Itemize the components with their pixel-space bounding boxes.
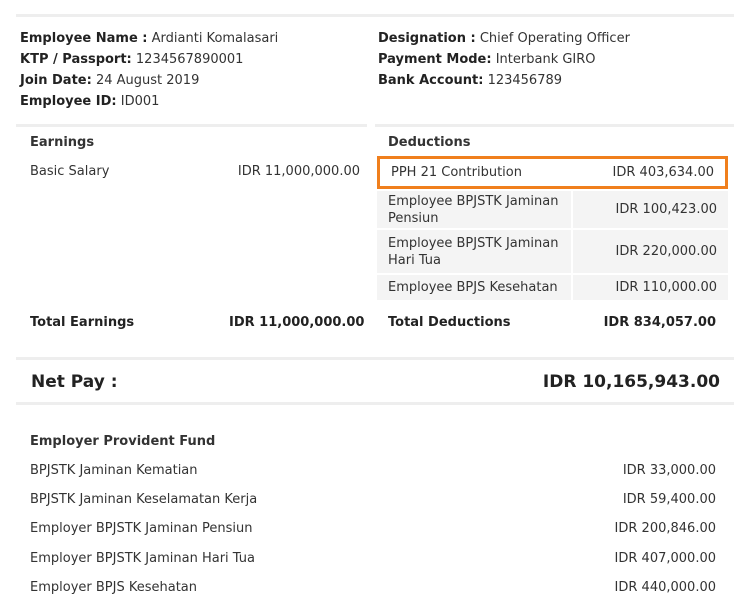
provident-fund-label: Employer BPJSTK Jaminan Hari Tua	[30, 551, 255, 566]
netpay-top-divider	[16, 357, 734, 360]
provident-fund-amount: IDR 200,846.00	[614, 521, 716, 536]
netpay-value: IDR 10,165,943.00	[542, 372, 720, 392]
designation-label: Designation :	[378, 31, 476, 46]
deduction-label: PPH 21 Contribution	[391, 165, 522, 180]
payment-mode-row: Payment Mode: Interbank GIRO	[378, 49, 630, 70]
ktp-value: 1234567890001	[135, 52, 244, 67]
join-date-label: Join Date:	[20, 73, 92, 88]
provident-fund-label: BPJSTK Jaminan Keselamatan Kerja	[30, 492, 258, 507]
deduction-row-highlighted: PPH 21 Contribution IDR 403,634.00	[377, 156, 728, 189]
deduction-label: Employee BPJS Kesehatan	[388, 280, 558, 295]
employee-info-right: Designation : Chief Operating Officer Pa…	[378, 28, 630, 91]
provident-fund-row: Employer BPJSTK Jaminan Pensiun IDR 200,…	[30, 521, 716, 536]
top-divider	[16, 14, 734, 17]
earnings-divider	[16, 124, 367, 127]
payment-mode-value: Interbank GIRO	[495, 52, 596, 67]
provident-fund-row: Employer BPJSTK Jaminan Hari Tua IDR 407…	[30, 551, 716, 566]
bank-account-row: Bank Account: 123456789	[378, 70, 630, 91]
bank-account-label: Bank Account:	[378, 73, 484, 88]
deduction-row: Employee BPJS Kesehatan IDR 110,000.00	[377, 275, 728, 302]
employee-id-row: Employee ID: ID001	[20, 91, 278, 112]
join-date-value: 24 August 2019	[95, 73, 200, 88]
provident-fund-amount: IDR 440,000.00	[614, 580, 716, 595]
ktp-label: KTP / Passport:	[20, 52, 132, 67]
provident-fund-label: Employer BPJSTK Jaminan Pensiun	[30, 521, 253, 536]
provident-fund-amount: IDR 59,400.00	[622, 492, 716, 507]
employee-id-value: ID001	[120, 94, 160, 109]
employee-name-row: Employee Name : Ardianti Komalasari	[20, 28, 278, 49]
total-earnings-label: Total Earnings	[30, 315, 135, 330]
netpay-label: Net Pay :	[31, 372, 118, 392]
netpay-bottom-divider	[16, 402, 734, 405]
deductions-table: PPH 21 Contribution IDR 403,634.00 Emplo…	[377, 156, 728, 302]
column-separator	[571, 275, 573, 300]
provident-fund-amount: IDR 407,000.00	[614, 551, 716, 566]
column-separator	[571, 191, 573, 228]
earnings-item-amount: IDR 11,000,000.00	[237, 164, 360, 179]
total-deductions-value: IDR 834,057.00	[603, 315, 716, 330]
ktp-row: KTP / Passport: 1234567890001	[20, 49, 278, 70]
earnings-item-label: Basic Salary	[30, 164, 110, 179]
employee-id-label: Employee ID:	[20, 94, 117, 109]
deduction-row: Employee BPJSTK Jaminan Pensiun IDR 100,…	[377, 191, 728, 230]
deduction-row: Employee BPJSTK Jaminan Hari Tua IDR 220…	[377, 230, 728, 275]
column-separator	[571, 230, 573, 273]
earnings-item: Basic Salary IDR 11,000,000.00	[30, 164, 360, 179]
designation-row: Designation : Chief Operating Officer	[378, 28, 630, 49]
deduction-amount: IDR 100,423.00	[615, 202, 717, 217]
provident-fund-label: BPJSTK Jaminan Kematian	[30, 463, 198, 478]
deduction-label: Employee BPJSTK Jaminan Pensiun	[388, 193, 559, 226]
payment-mode-label: Payment Mode:	[378, 52, 492, 67]
total-earnings-value: IDR 11,000,000.00	[229, 315, 365, 330]
designation-value: Chief Operating Officer	[479, 31, 630, 46]
bank-account-value: 123456789	[487, 73, 563, 88]
provident-fund-amount: IDR 33,000.00	[622, 463, 716, 478]
deductions-title: Deductions	[388, 135, 471, 150]
employee-name: Ardianti Komalasari	[151, 31, 279, 46]
earnings-title: Earnings	[30, 135, 95, 150]
join-date-row: Join Date: 24 August 2019	[20, 70, 278, 91]
deduction-amount: IDR 403,634.00	[612, 165, 714, 180]
employee-info-left: Employee Name : Ardianti Komalasari KTP …	[20, 28, 278, 112]
employee-name-label: Employee Name :	[20, 31, 148, 46]
provident-fund-row: BPJSTK Jaminan Keselamatan Kerja IDR 59,…	[30, 492, 716, 507]
provident-fund-row: Employer BPJS Kesehatan IDR 440,000.00	[30, 580, 716, 595]
provident-fund-label: Employer BPJS Kesehatan	[30, 580, 197, 595]
deduction-label: Employee BPJSTK Jaminan Hari Tua	[388, 235, 559, 268]
provident-fund-row: BPJSTK Jaminan Kematian IDR 33,000.00	[30, 463, 716, 478]
total-deductions-label: Total Deductions	[388, 315, 511, 330]
provident-fund-title: Employer Provident Fund	[30, 434, 216, 449]
deductions-divider	[375, 124, 734, 127]
deduction-amount: IDR 110,000.00	[615, 280, 717, 295]
deduction-amount: IDR 220,000.00	[615, 244, 717, 259]
